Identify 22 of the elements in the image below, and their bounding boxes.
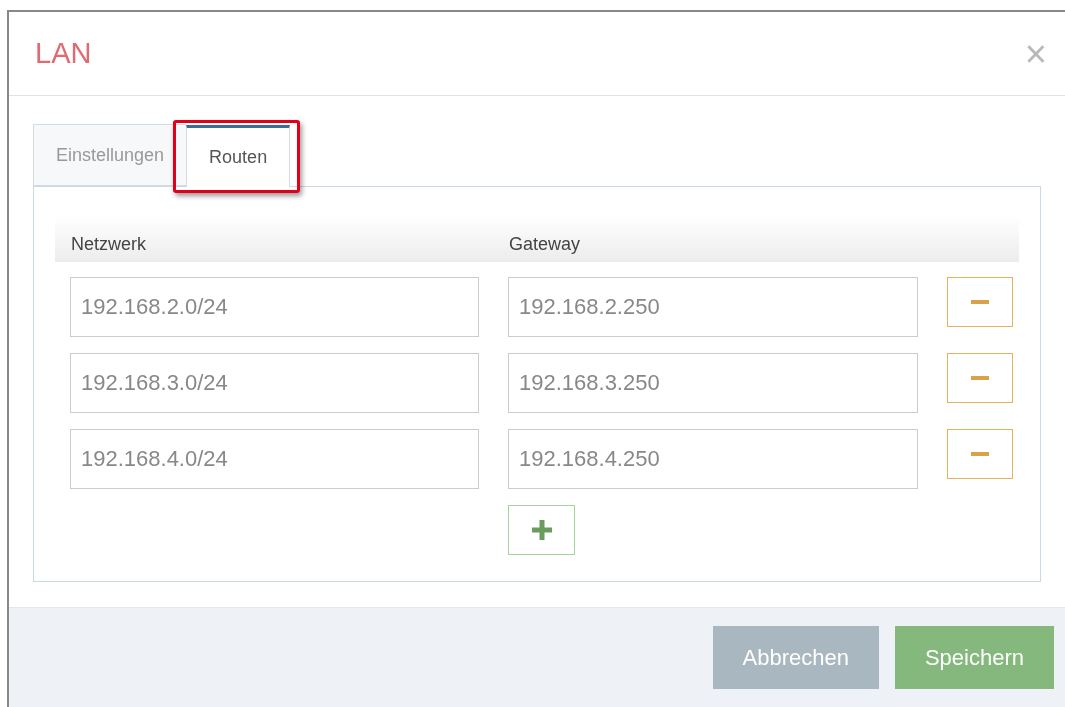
gateway-field[interactable]: 192.168.3.250	[508, 353, 918, 413]
plus-icon	[531, 520, 552, 540]
remove-row-button[interactable]	[947, 277, 1013, 327]
cancel-button[interactable]: Abbrechen	[712, 626, 879, 689]
network-field[interactable]: 192.168.3.0/24	[70, 353, 479, 413]
remove-row-button[interactable]	[947, 429, 1013, 479]
minus-icon	[971, 376, 989, 380]
column-header: Netzwerk	[71, 233, 147, 256]
minus-icon	[971, 452, 989, 456]
close-button[interactable]: ×	[1020, 34, 1051, 73]
network-field[interactable]: 192.168.4.0/24	[70, 429, 479, 489]
tab[interactable]: Routen	[186, 125, 291, 187]
gateway-field[interactable]: 192.168.4.250	[508, 429, 918, 489]
gateway-field[interactable]: 192.168.2.250	[508, 277, 918, 337]
minus-icon	[971, 300, 989, 304]
column-header: Gateway	[509, 233, 581, 256]
add-row-button[interactable]	[508, 505, 575, 555]
remove-row-button[interactable]	[947, 353, 1013, 403]
save-button[interactable]: Speichern	[894, 626, 1054, 689]
network-field[interactable]: 192.168.2.0/24	[70, 277, 479, 337]
tab[interactable]: Einstellungen	[33, 124, 187, 186]
dialog-title: LAN	[35, 35, 92, 71]
